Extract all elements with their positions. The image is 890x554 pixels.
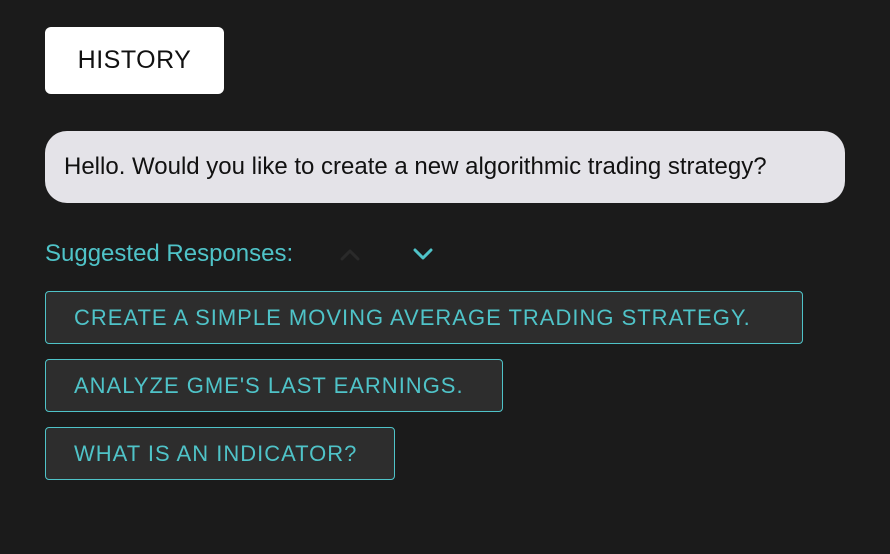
suggested-response-button[interactable]: ANALYZE GME'S LAST EARNINGS. <box>45 359 503 412</box>
history-button[interactable]: HISTORY <box>45 27 224 94</box>
chevron-up-icon[interactable] <box>332 236 368 272</box>
suggested-response-button[interactable]: CREATE A SIMPLE MOVING AVERAGE TRADING S… <box>45 291 803 344</box>
suggested-responses-label: Suggested Responses: <box>45 240 294 267</box>
chat-panel: HISTORY Hello. Would you like to create … <box>0 0 890 554</box>
suggested-response-button[interactable]: WHAT IS AN INDICATOR? <box>45 427 395 480</box>
suggested-responses-header: Suggested Responses: <box>45 236 433 272</box>
assistant-message-text: Hello. Would you like to create a new al… <box>64 153 767 180</box>
chevron-down-icon[interactable] <box>405 236 441 272</box>
assistant-message-bubble: Hello. Would you like to create a new al… <box>45 131 845 203</box>
